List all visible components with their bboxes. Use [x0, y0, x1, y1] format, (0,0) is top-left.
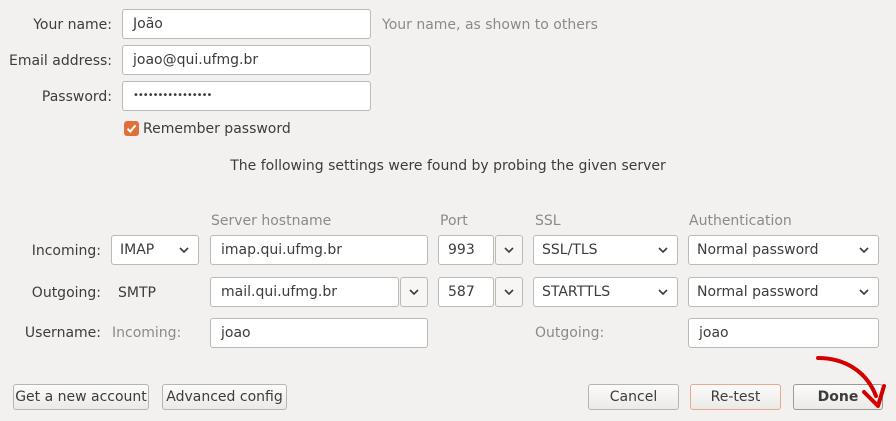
outgoing-port-field[interactable]: 587 [438, 277, 494, 307]
chevron-down-icon [408, 286, 420, 298]
chevron-down-icon [657, 244, 669, 256]
incoming-hostname-field[interactable]: imap.qui.ufmg.br [210, 235, 428, 265]
auth-column-header: Authentication [689, 213, 792, 229]
name-label: Your name: [33, 17, 112, 33]
incoming-protocol-value: IMAP [120, 242, 155, 258]
incoming-port-field[interactable]: 993 [438, 235, 494, 265]
chevron-down-icon [503, 286, 515, 298]
port-column-header: Port [440, 213, 468, 229]
username-outgoing-label: Outgoing: [535, 325, 605, 341]
outgoing-protocol: SMTP [118, 285, 156, 301]
chevron-down-icon [657, 286, 669, 298]
checkmark-icon [126, 124, 137, 133]
outgoing-auth-select[interactable]: Normal password [688, 277, 879, 307]
outgoing-hostname-field[interactable]: mail.qui.ufmg.br [210, 277, 399, 307]
remember-label[interactable]: Remember password [143, 119, 291, 139]
username-label: Username: [24, 325, 101, 341]
incoming-port-dropdown[interactable] [495, 235, 523, 265]
username-outgoing-field[interactable]: joao [688, 318, 879, 348]
cancel-button[interactable]: Cancel [588, 384, 679, 410]
outgoing-ssl-select[interactable]: STARTTLS [533, 277, 678, 307]
annotation-arrow-icon [816, 356, 886, 408]
name-field[interactable]: João [122, 9, 371, 39]
username-incoming-field[interactable]: joao [210, 318, 428, 348]
chevron-down-icon [858, 244, 870, 256]
probe-message: The following settings were found by pro… [230, 158, 666, 174]
incoming-auth-value: Normal password [697, 242, 819, 258]
email-field[interactable]: joao@qui.ufmg.br [122, 45, 371, 75]
hostname-column-header: Server hostname [211, 213, 332, 229]
outgoing-auth-value: Normal password [697, 284, 819, 300]
outgoing-ssl-value: STARTTLS [542, 284, 611, 300]
email-label: Email address: [8, 53, 112, 69]
incoming-ssl-value: SSL/TLS [542, 242, 598, 258]
chevron-down-icon [178, 244, 190, 256]
incoming-protocol-select[interactable]: IMAP [111, 235, 199, 265]
chevron-down-icon [503, 244, 515, 256]
outgoing-port-dropdown[interactable] [495, 277, 523, 307]
advanced-config-button[interactable]: Advanced config [162, 384, 287, 410]
retest-button[interactable]: Re-test [690, 384, 781, 410]
incoming-label: Incoming: [31, 243, 101, 259]
outgoing-label: Outgoing: [31, 285, 101, 301]
chevron-down-icon [858, 286, 870, 298]
incoming-ssl-select[interactable]: SSL/TLS [533, 235, 678, 265]
outgoing-hostname-dropdown[interactable] [400, 277, 428, 307]
password-field[interactable]: •••••••••••••••• [122, 81, 371, 111]
ssl-column-header: SSL [535, 213, 561, 229]
remember-checkbox[interactable] [124, 121, 139, 136]
get-new-account-button[interactable]: Get a new account [13, 384, 149, 410]
password-label: Password: [41, 89, 112, 105]
incoming-auth-select[interactable]: Normal password [688, 235, 879, 265]
username-incoming-label: Incoming: [112, 325, 182, 341]
name-hint: Your name, as shown to others [382, 17, 598, 33]
